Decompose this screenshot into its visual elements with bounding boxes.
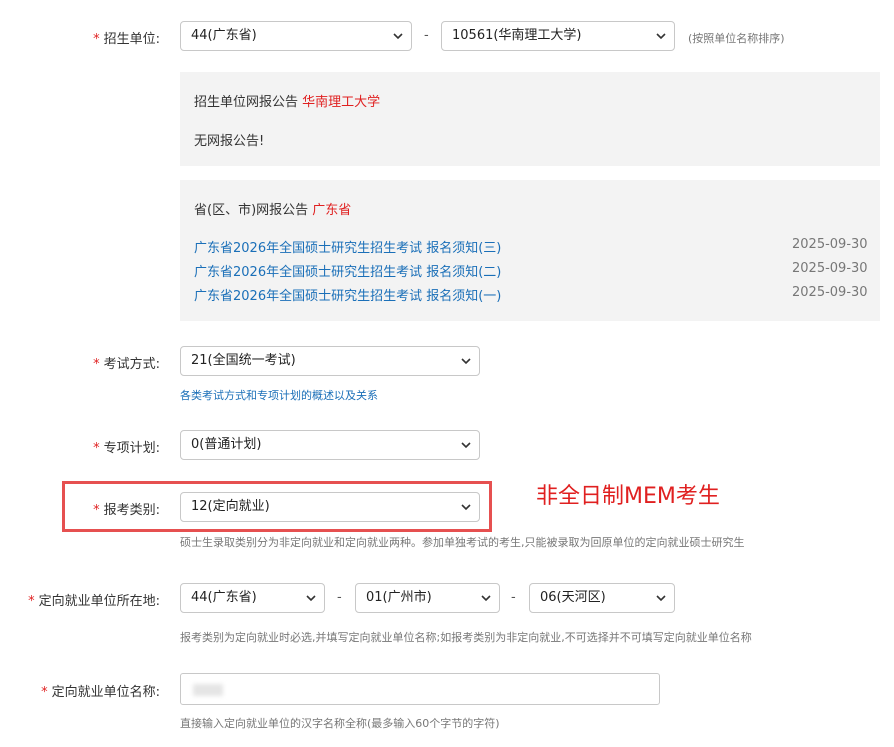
chevron-down-icon bbox=[306, 595, 316, 602]
separator-dash: - bbox=[337, 590, 342, 605]
unit-label: * 招生单位: bbox=[93, 32, 160, 47]
unit-school-select[interactable]: 10561(华南理工大学) bbox=[441, 21, 675, 51]
unit-sort-note: (按照单位名称排序) bbox=[688, 32, 785, 45]
required-mark: * bbox=[93, 357, 100, 372]
required-mark: * bbox=[93, 503, 100, 518]
required-mark: * bbox=[93, 441, 100, 456]
separator-dash: - bbox=[424, 28, 429, 43]
employer-name-label: * 定向就业单位名称: bbox=[41, 685, 160, 700]
notice-link-1[interactable]: 广东省2026年全国硕士研究生招生考试 报名须知(一) bbox=[194, 285, 501, 304]
province-notice-province: 广东省 bbox=[312, 203, 352, 218]
required-mark: * bbox=[28, 594, 35, 609]
category-label: * 报考类别: bbox=[93, 503, 160, 518]
chevron-down-icon bbox=[656, 595, 666, 602]
annotation-text: 非全日制MEM考生 bbox=[536, 484, 720, 509]
unit-province-select[interactable]: 44(广东省) bbox=[180, 21, 412, 51]
employer-province-select[interactable]: 44(广东省) bbox=[180, 583, 325, 613]
school-notice-panel: 招生单位网报公告 华南理工大学 无网报公告! bbox=[180, 72, 880, 166]
chevron-down-icon bbox=[393, 33, 403, 40]
special-plan-select[interactable]: 0(普通计划) bbox=[180, 430, 480, 460]
employer-name-hint: 直接输入定向就业单位的汉字名称全称(最多输入60个字节的字符) bbox=[180, 717, 500, 730]
chevron-down-icon bbox=[481, 595, 491, 602]
province-notice-panel: 省(区、市)网报公告 广东省 广东省2026年全国硕士研究生招生考试 报名须知(… bbox=[180, 180, 880, 321]
exam-mode-select[interactable]: 21(全国统一考试) bbox=[180, 346, 480, 376]
employer-city-select[interactable]: 01(广州市) bbox=[355, 583, 500, 613]
required-mark: * bbox=[93, 32, 100, 47]
employer-location-hint: 报考类别为定向就业时必选,并填写定向就业单位名称;如报考类别为非定向就业,不可选… bbox=[180, 631, 752, 644]
employer-location-label: * 定向就业单位所在地: bbox=[28, 594, 160, 609]
school-notice-school: 华南理工大学 bbox=[302, 95, 381, 110]
employer-district-select[interactable]: 06(天河区) bbox=[529, 583, 675, 613]
chevron-down-icon bbox=[656, 33, 666, 40]
school-notice-empty: 无网报公告! bbox=[194, 134, 265, 149]
notice-link-2[interactable]: 广东省2026年全国硕士研究生招生考试 报名须知(二) bbox=[194, 261, 501, 280]
province-notice-title: 省(区、市)网报公告 广东省 bbox=[194, 203, 352, 218]
category-select[interactable]: 12(定向就业) bbox=[180, 492, 480, 522]
notice-date: 2025-09-30 bbox=[792, 285, 868, 300]
category-hint: 硕士生录取类别分为非定向就业和定向就业两种。参加单独考试的考生,只能被录取为回原… bbox=[180, 536, 745, 549]
notice-date: 2025-09-30 bbox=[792, 237, 868, 252]
school-notice-title: 招生单位网报公告 华南理工大学 bbox=[194, 95, 381, 110]
chevron-down-icon bbox=[461, 358, 471, 365]
notice-date: 2025-09-30 bbox=[792, 261, 868, 276]
chevron-down-icon bbox=[461, 442, 471, 449]
special-plan-label: * 专项计划: bbox=[93, 441, 160, 456]
redacted-text bbox=[193, 684, 223, 696]
separator-dash: - bbox=[511, 590, 516, 605]
notice-link-3[interactable]: 广东省2026年全国硕士研究生招生考试 报名须知(三) bbox=[194, 237, 501, 256]
chevron-down-icon bbox=[461, 504, 471, 511]
exam-mode-help-link[interactable]: 各类考试方式和专项计划的概述以及关系 bbox=[180, 387, 378, 403]
exam-mode-label: * 考试方式: bbox=[93, 357, 160, 372]
required-mark: * bbox=[41, 685, 48, 700]
employer-name-input[interactable] bbox=[180, 673, 660, 705]
